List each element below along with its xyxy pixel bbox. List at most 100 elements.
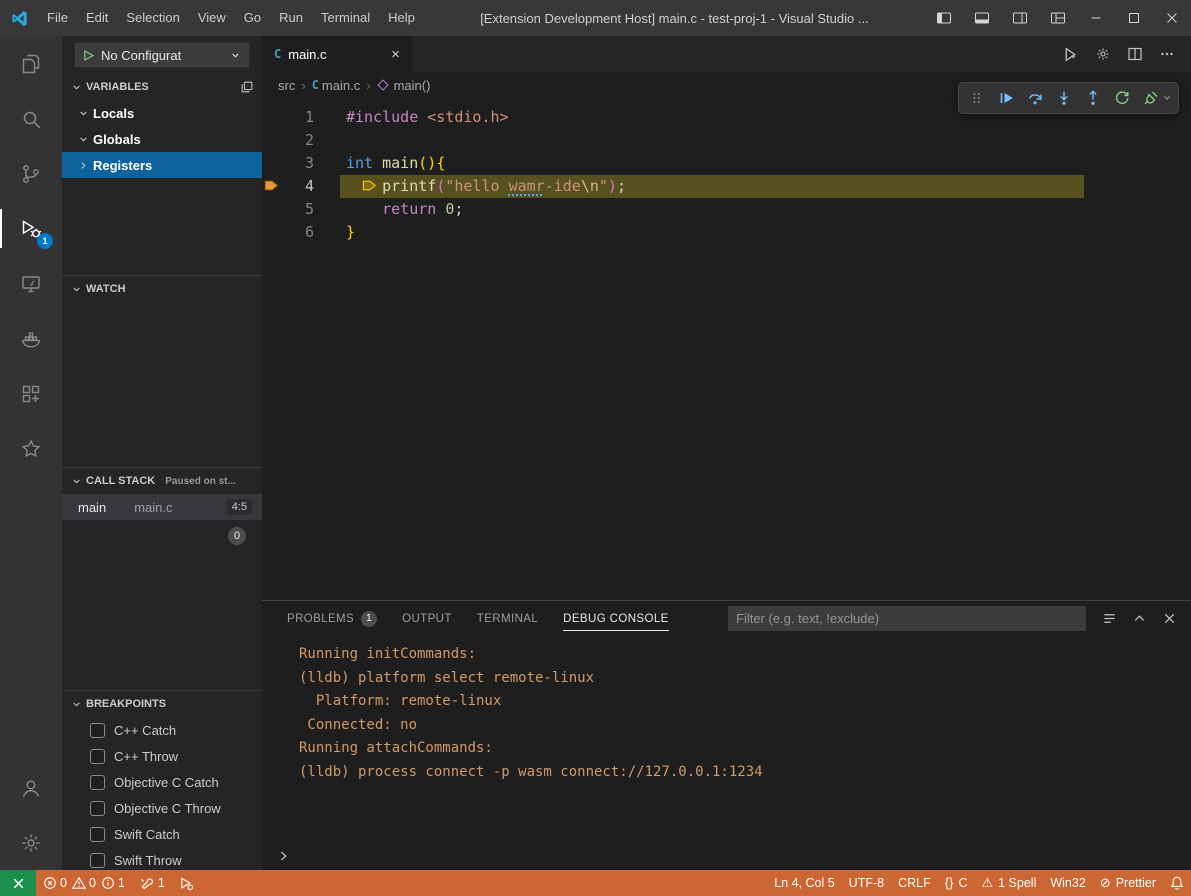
console-filter-input[interactable]: [728, 606, 1086, 631]
debug-console-input[interactable]: [262, 842, 1191, 870]
panel-tab-terminal[interactable]: TERMINAL: [477, 601, 538, 636]
status-platform[interactable]: Win32: [1043, 870, 1092, 896]
remote-explorer-icon[interactable]: [0, 256, 62, 311]
variables-item-globals[interactable]: Globals: [62, 126, 262, 152]
debug-console-output[interactable]: Running initCommands:(lldb) platform sel…: [262, 636, 1191, 842]
menu-selection[interactable]: Selection: [117, 0, 188, 36]
settings-gear-icon[interactable]: [0, 815, 62, 870]
status-spell-checker[interactable]: ⚠1 Spell: [974, 870, 1043, 896]
code-line-5[interactable]: 5 return 0;: [262, 198, 1191, 221]
maximize-panel-icon[interactable]: [1132, 611, 1147, 626]
breakpoints-section-header[interactable]: BREAKPOINTS: [62, 691, 262, 717]
glyph-margin[interactable]: [262, 152, 284, 175]
search-icon[interactable]: [0, 91, 62, 146]
explorer-icon[interactable]: [0, 36, 62, 91]
status-encoding[interactable]: UTF-8: [842, 870, 891, 896]
variables-item-locals[interactable]: Locals: [62, 100, 262, 126]
breakpoint-checkbox[interactable]: [90, 749, 105, 764]
panel-tab-output[interactable]: OUTPUT: [402, 601, 452, 636]
layout-sidebar-left-icon[interactable]: [925, 0, 963, 36]
breakpoint-checkbox[interactable]: [90, 853, 105, 868]
status-cursor-position[interactable]: Ln 4, Col 5: [767, 870, 841, 896]
status-debug[interactable]: [172, 870, 201, 896]
account-icon[interactable]: [0, 760, 62, 815]
glyph-margin[interactable]: [262, 198, 284, 221]
breakpoint-item[interactable]: Objective C Catch: [62, 769, 262, 795]
run-or-debug-icon[interactable]: [1062, 46, 1079, 63]
menu-terminal[interactable]: Terminal: [312, 0, 379, 36]
status-language-mode[interactable]: {}C: [938, 870, 975, 896]
watch-section-header[interactable]: WATCH: [62, 276, 262, 302]
call-stack-frame[interactable]: main main.c 4:5: [62, 494, 262, 520]
menu-go[interactable]: Go: [235, 0, 270, 36]
glyph-margin[interactable]: [262, 129, 284, 152]
menu-run[interactable]: Run: [270, 0, 312, 36]
status-notifications[interactable]: [1163, 870, 1191, 896]
code-line-3[interactable]: 3int main(){: [262, 152, 1191, 175]
step-into-icon[interactable]: [1049, 84, 1078, 112]
code-editor[interactable]: 1#include <stdio.h>23int main(){4 printf…: [262, 98, 1191, 600]
breakpoint-item[interactable]: Swift Catch: [62, 821, 262, 847]
status-tools[interactable]: 1: [132, 870, 172, 896]
output-options-icon[interactable]: [1102, 611, 1117, 626]
chevron-down-icon: [70, 81, 83, 94]
breakpoint-checkbox[interactable]: [90, 723, 105, 738]
star-icon[interactable]: [0, 421, 62, 476]
debug-start-icon[interactable]: [82, 49, 95, 62]
layout-sidebar-right-icon[interactable]: [1001, 0, 1039, 36]
panel-tab-debug-console[interactable]: DEBUG CONSOLE: [563, 601, 669, 636]
docker-icon[interactable]: [0, 311, 62, 366]
breakpoint-item[interactable]: C++ Catch: [62, 717, 262, 743]
split-editor-icon[interactable]: [1127, 46, 1143, 62]
editor-settings-gear-icon[interactable]: [1095, 46, 1111, 62]
minimize-button[interactable]: [1077, 0, 1115, 36]
debug-configuration-dropdown[interactable]: No Configurat: [74, 42, 250, 68]
glyph-margin[interactable]: [262, 175, 284, 198]
breakpoint-item[interactable]: Swift Throw: [62, 847, 262, 870]
menu-edit[interactable]: Edit: [77, 0, 117, 36]
breadcrumb-item[interactable]: main.c: [322, 78, 360, 93]
status-problems[interactable]: 0 0 1: [36, 870, 132, 896]
step-out-icon[interactable]: [1078, 84, 1107, 112]
toolbar-gripper[interactable]: [962, 84, 991, 112]
breakpoint-item[interactable]: C++ Throw: [62, 743, 262, 769]
continue-icon[interactable]: [991, 84, 1020, 112]
extensions-icon[interactable]: [0, 366, 62, 421]
close-button[interactable]: [1153, 0, 1191, 36]
layout-customize-icon[interactable]: [1039, 0, 1077, 36]
breakpoint-checkbox[interactable]: [90, 827, 105, 842]
remote-indicator[interactable]: [0, 870, 36, 896]
breakpoint-checkbox[interactable]: [90, 775, 105, 790]
code-lines: 1#include <stdio.h>23int main(){4 printf…: [262, 106, 1191, 244]
code-line-6[interactable]: 6}: [262, 221, 1191, 244]
source-control-icon[interactable]: [0, 146, 62, 201]
glyph-margin[interactable]: [262, 106, 284, 129]
tab-main-c[interactable]: C main.c ×: [262, 36, 412, 72]
menu-view[interactable]: View: [189, 0, 235, 36]
close-panel-icon[interactable]: [1162, 611, 1177, 626]
layout-panel-icon[interactable]: [963, 0, 1001, 36]
breakpoint-item[interactable]: Objective C Throw: [62, 795, 262, 821]
variables-section-header[interactable]: VARIABLES: [62, 74, 262, 100]
status-prettier[interactable]: ⊘Prettier: [1093, 870, 1163, 896]
menu-file[interactable]: File: [38, 0, 77, 36]
more-actions-icon[interactable]: [1159, 46, 1175, 62]
call-stack-section-header[interactable]: CALL STACK Paused on st...: [62, 468, 262, 494]
breakpoint-checkbox[interactable]: [90, 801, 105, 816]
chevron-down-icon[interactable]: [1161, 92, 1175, 104]
maximize-button[interactable]: [1115, 0, 1153, 36]
glyph-margin[interactable]: [262, 221, 284, 244]
panel-tab-problems[interactable]: PROBLEMS1: [287, 601, 377, 636]
open-panel-icon[interactable]: [240, 80, 254, 94]
run-and-debug-icon[interactable]: 1: [0, 201, 62, 256]
code-line-2[interactable]: 2: [262, 129, 1191, 152]
breadcrumb-item[interactable]: main(): [394, 78, 431, 93]
tab-close-icon[interactable]: ×: [391, 47, 400, 62]
variables-item-registers[interactable]: Registers: [62, 152, 262, 178]
breadcrumb-item[interactable]: src: [278, 78, 295, 93]
status-eol[interactable]: CRLF: [891, 870, 938, 896]
step-over-icon[interactable]: [1020, 84, 1049, 112]
menu-help[interactable]: Help: [379, 0, 424, 36]
code-line-4[interactable]: 4 printf("hello wamr-ide\n");: [262, 175, 1191, 198]
restart-icon[interactable]: [1107, 84, 1136, 112]
